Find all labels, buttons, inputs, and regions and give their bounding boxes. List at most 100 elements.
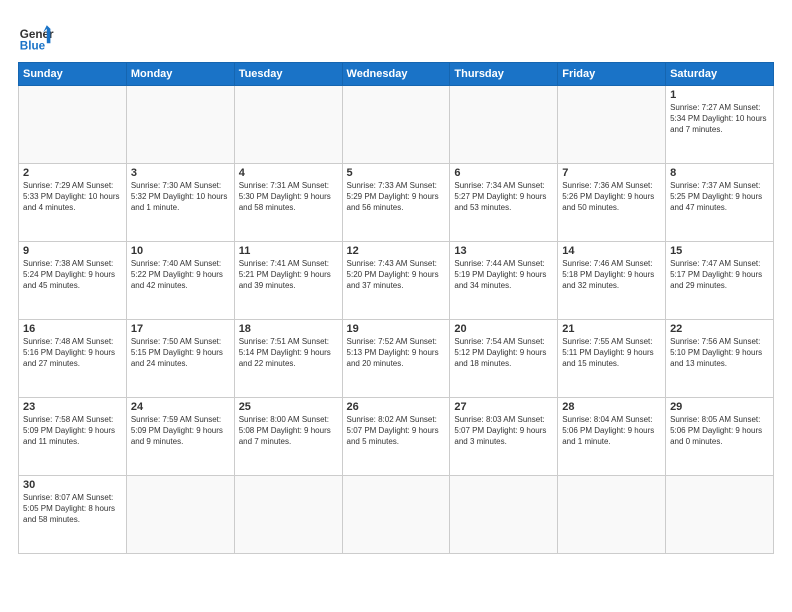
day-info: Sunrise: 7:55 AM Sunset: 5:11 PM Dayligh… xyxy=(562,337,661,369)
day-number: 12 xyxy=(347,245,446,257)
calendar-cell xyxy=(450,476,558,554)
day-number: 11 xyxy=(239,245,338,257)
calendar-cell: 12 Sunrise: 7:43 AM Sunset: 5:20 PM Dayli… xyxy=(342,242,450,320)
day-info: Sunrise: 8:02 AM Sunset: 5:07 PM Dayligh… xyxy=(347,415,446,447)
day-number: 24 xyxy=(131,401,230,413)
day-number: 28 xyxy=(562,401,661,413)
calendar-cell: 6Sunrise: 7:34 AM Sunset: 5:27 PM Daylig… xyxy=(450,164,558,242)
day-info: Sunrise: 7:31 AM Sunset: 5:30 PM Dayligh… xyxy=(239,181,338,213)
day-info: Sunrise: 7:52 AM Sunset: 5:13 PM Dayligh… xyxy=(347,337,446,369)
calendar-cell xyxy=(342,476,450,554)
day-info: Sunrise: 7:30 AM Sunset: 5:32 PM Dayligh… xyxy=(131,181,230,213)
page: General Blue SundayMondayTuesdayWednesda… xyxy=(0,0,792,612)
day-number: 21 xyxy=(562,323,661,335)
day-number: 2 xyxy=(23,167,122,179)
calendar-cell: 17Sunrise: 7:50 AM Sunset: 5:15 PM Dayli… xyxy=(126,320,234,398)
day-number: 3 xyxy=(131,167,230,179)
col-header-friday: Friday xyxy=(558,63,666,86)
calendar-cell: 8 Sunrise: 7:37 AM Sunset: 5:25 PM Daylig… xyxy=(666,164,774,242)
calendar-cell: 15 Sunrise: 7:47 AM Sunset: 5:17 PM Dayli… xyxy=(666,242,774,320)
calendar-cell xyxy=(342,86,450,164)
calendar-cell: 3 Sunrise: 7:30 AM Sunset: 5:32 PM Daylig… xyxy=(126,164,234,242)
day-info: Sunrise: 8:05 AM Sunset: 5:06 PM Dayligh… xyxy=(670,415,769,447)
calendar-cell: 18Sunrise: 7:51 AM Sunset: 5:14 PM Dayli… xyxy=(234,320,342,398)
calendar-week-4: 23 Sunrise: 7:58 AM Sunset: 5:09 PM Dayli… xyxy=(19,398,774,476)
calendar-cell: 30Sunrise: 8:07 AM Sunset: 5:05 PM Dayli… xyxy=(19,476,127,554)
calendar-header-row: SundayMondayTuesdayWednesdayThursdayFrid… xyxy=(19,63,774,86)
day-number: 6 xyxy=(454,167,553,179)
day-info: Sunrise: 7:54 AM Sunset: 5:12 PM Dayligh… xyxy=(454,337,553,369)
col-header-wednesday: Wednesday xyxy=(342,63,450,86)
day-number: 4 xyxy=(239,167,338,179)
day-info: Sunrise: 7:29 AM Sunset: 5:33 PM Dayligh… xyxy=(23,181,122,213)
calendar-cell: 14 Sunrise: 7:46 AM Sunset: 5:18 PM Dayli… xyxy=(558,242,666,320)
day-number: 27 xyxy=(454,401,553,413)
day-info: Sunrise: 7:36 AM Sunset: 5:26 PM Dayligh… xyxy=(562,181,661,213)
calendar-week-5: 30Sunrise: 8:07 AM Sunset: 5:05 PM Dayli… xyxy=(19,476,774,554)
calendar-cell xyxy=(666,476,774,554)
day-info: Sunrise: 7:37 AM Sunset: 5:25 PM Dayligh… xyxy=(670,181,769,213)
day-number: 16 xyxy=(23,323,122,335)
logo-icon: General Blue xyxy=(18,18,54,54)
day-number: 23 xyxy=(23,401,122,413)
day-number: 29 xyxy=(670,401,769,413)
day-number: 14 xyxy=(562,245,661,257)
day-number: 13 xyxy=(454,245,553,257)
day-number: 20 xyxy=(454,323,553,335)
day-number: 15 xyxy=(670,245,769,257)
calendar-cell: 21 Sunrise: 7:55 AM Sunset: 5:11 PM Dayli… xyxy=(558,320,666,398)
calendar-cell: 28 Sunrise: 8:04 AM Sunset: 5:06 PM Dayli… xyxy=(558,398,666,476)
day-info: Sunrise: 7:56 AM Sunset: 5:10 PM Dayligh… xyxy=(670,337,769,369)
calendar-cell: 20 Sunrise: 7:54 AM Sunset: 5:12 PM Dayli… xyxy=(450,320,558,398)
day-info: Sunrise: 7:46 AM Sunset: 5:18 PM Dayligh… xyxy=(562,259,661,291)
day-number: 9 xyxy=(23,245,122,257)
day-info: Sunrise: 7:41 AM Sunset: 5:21 PM Dayligh… xyxy=(239,259,338,291)
calendar-cell: 10Sunrise: 7:40 AM Sunset: 5:22 PM Dayli… xyxy=(126,242,234,320)
calendar-cell: 22 Sunrise: 7:56 AM Sunset: 5:10 PM Dayli… xyxy=(666,320,774,398)
svg-text:Blue: Blue xyxy=(20,40,46,53)
day-info: Sunrise: 7:47 AM Sunset: 5:17 PM Dayligh… xyxy=(670,259,769,291)
calendar-week-0: 1 Sunrise: 7:27 AM Sunset: 5:34 PM Daylig… xyxy=(19,86,774,164)
calendar-cell xyxy=(126,476,234,554)
day-info: Sunrise: 7:50 AM Sunset: 5:15 PM Dayligh… xyxy=(131,337,230,369)
calendar-cell: 2 Sunrise: 7:29 AM Sunset: 5:33 PM Daylig… xyxy=(19,164,127,242)
day-number: 22 xyxy=(670,323,769,335)
calendar-cell xyxy=(450,86,558,164)
day-info: Sunrise: 7:43 AM Sunset: 5:20 PM Dayligh… xyxy=(347,259,446,291)
calendar-cell: 11 Sunrise: 7:41 AM Sunset: 5:21 PM Dayli… xyxy=(234,242,342,320)
day-number: 1 xyxy=(670,89,769,101)
col-header-monday: Monday xyxy=(126,63,234,86)
calendar-cell xyxy=(234,86,342,164)
calendar-cell: 4 Sunrise: 7:31 AM Sunset: 5:30 PM Daylig… xyxy=(234,164,342,242)
calendar-cell xyxy=(558,476,666,554)
calendar-cell: 13 Sunrise: 7:44 AM Sunset: 5:19 PM Dayli… xyxy=(450,242,558,320)
day-info: Sunrise: 7:58 AM Sunset: 5:09 PM Dayligh… xyxy=(23,415,122,447)
calendar-week-2: 9 Sunrise: 7:38 AM Sunset: 5:24 PM Daylig… xyxy=(19,242,774,320)
calendar-cell: 26 Sunrise: 8:02 AM Sunset: 5:07 PM Dayli… xyxy=(342,398,450,476)
day-number: 7 xyxy=(562,167,661,179)
calendar-cell: 24 Sunrise: 7:59 AM Sunset: 5:09 PM Dayli… xyxy=(126,398,234,476)
day-info: Sunrise: 7:38 AM Sunset: 5:24 PM Dayligh… xyxy=(23,259,122,291)
calendar-cell: 25Sunrise: 8:00 AM Sunset: 5:08 PM Dayli… xyxy=(234,398,342,476)
calendar-cell xyxy=(19,86,127,164)
day-info: Sunrise: 8:03 AM Sunset: 5:07 PM Dayligh… xyxy=(454,415,553,447)
calendar-cell: 16 Sunrise: 7:48 AM Sunset: 5:16 PM Dayli… xyxy=(19,320,127,398)
calendar-cell xyxy=(234,476,342,554)
day-info: Sunrise: 7:40 AM Sunset: 5:22 PM Dayligh… xyxy=(131,259,230,291)
day-info: Sunrise: 7:27 AM Sunset: 5:34 PM Dayligh… xyxy=(670,103,769,135)
calendar-cell: 1 Sunrise: 7:27 AM Sunset: 5:34 PM Daylig… xyxy=(666,86,774,164)
day-info: Sunrise: 7:59 AM Sunset: 5:09 PM Dayligh… xyxy=(131,415,230,447)
col-header-sunday: Sunday xyxy=(19,63,127,86)
day-info: Sunrise: 7:33 AM Sunset: 5:29 PM Dayligh… xyxy=(347,181,446,213)
day-info: Sunrise: 8:04 AM Sunset: 5:06 PM Dayligh… xyxy=(562,415,661,447)
calendar-cell: 9 Sunrise: 7:38 AM Sunset: 5:24 PM Daylig… xyxy=(19,242,127,320)
calendar-cell: 7 Sunrise: 7:36 AM Sunset: 5:26 PM Daylig… xyxy=(558,164,666,242)
calendar-cell: 23 Sunrise: 7:58 AM Sunset: 5:09 PM Dayli… xyxy=(19,398,127,476)
day-number: 19 xyxy=(347,323,446,335)
day-number: 26 xyxy=(347,401,446,413)
day-info: Sunrise: 7:44 AM Sunset: 5:19 PM Dayligh… xyxy=(454,259,553,291)
day-info: Sunrise: 7:48 AM Sunset: 5:16 PM Dayligh… xyxy=(23,337,122,369)
day-info: Sunrise: 8:07 AM Sunset: 5:05 PM Dayligh… xyxy=(23,493,122,525)
day-number: 8 xyxy=(670,167,769,179)
col-header-thursday: Thursday xyxy=(450,63,558,86)
